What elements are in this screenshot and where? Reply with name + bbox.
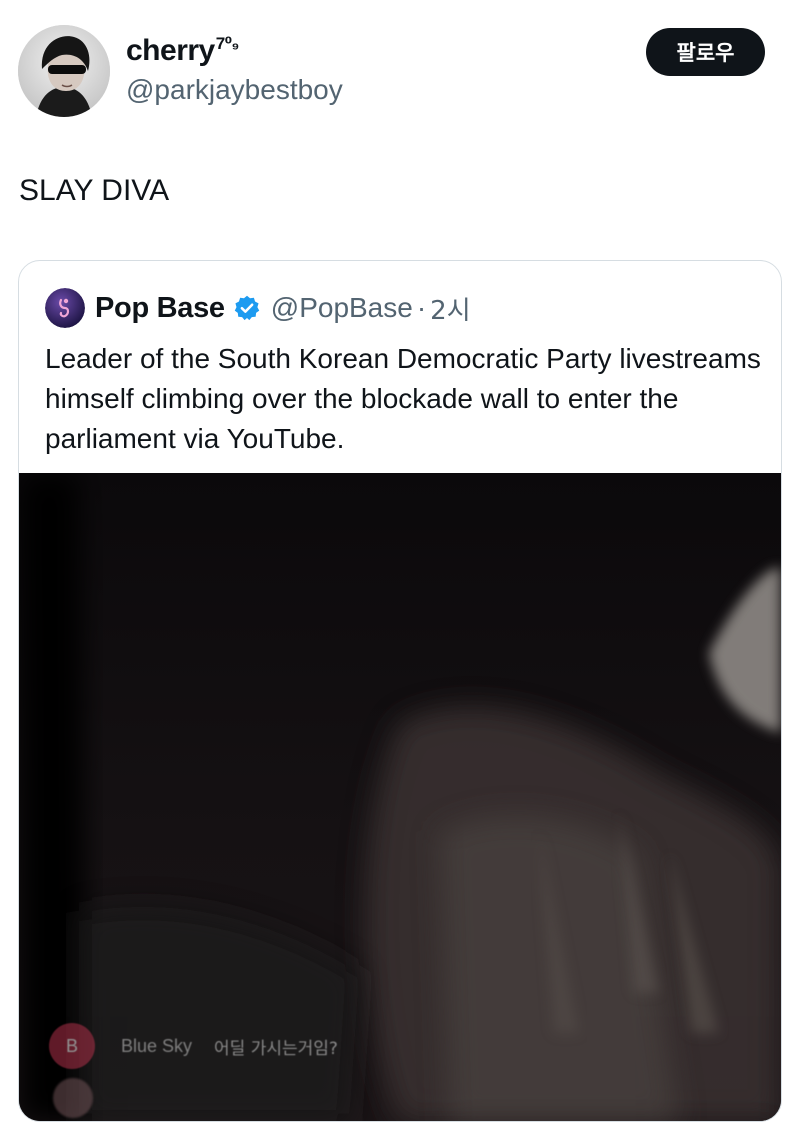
chat-user-avatar: B	[49, 1023, 95, 1069]
live-chat-message: B Blue Sky 어딜 가시는거임?	[49, 1023, 338, 1069]
meta-separator: ·	[416, 292, 427, 323]
author-avatar[interactable]	[18, 25, 110, 117]
quoted-tweet-text: Leader of the South Korean Democratic Pa…	[45, 343, 761, 454]
author-display-name[interactable]: cherry7⁰₉	[126, 34, 239, 68]
author-avatar-image	[18, 25, 110, 117]
verified-badge-icon	[233, 294, 261, 322]
chat-message-text: 어딜 가시는거임?	[214, 1038, 338, 1059]
quoted-author-avatar[interactable]	[45, 288, 85, 328]
quoted-tweet-time[interactable]: 2시	[430, 290, 470, 327]
name-badge: 7⁰₉	[215, 34, 240, 53]
quoted-author-handle[interactable]: @PopBase	[271, 292, 413, 324]
pop-base-logo-icon	[45, 288, 85, 328]
chat-user-avatar-next	[53, 1078, 93, 1118]
tweet-text: SLAY DIVA	[19, 174, 170, 207]
chat-username: Blue Sky	[121, 1035, 193, 1056]
author-name-text: cherry	[126, 34, 215, 67]
quoted-tweet-card[interactable]: Pop Base @PopBase · 2시 Leader of the Sou…	[18, 260, 782, 1122]
follow-button[interactable]: 팔로우	[646, 28, 765, 76]
author-handle[interactable]: @parkjaybestboy	[126, 74, 343, 106]
quoted-author-name[interactable]: Pop Base	[95, 292, 225, 325]
quoted-tweet-header: Pop Base @PopBase · 2시	[45, 287, 471, 329]
quoted-tweet-video[interactable]: B Blue Sky 어딜 가시는거임?	[19, 473, 781, 1121]
